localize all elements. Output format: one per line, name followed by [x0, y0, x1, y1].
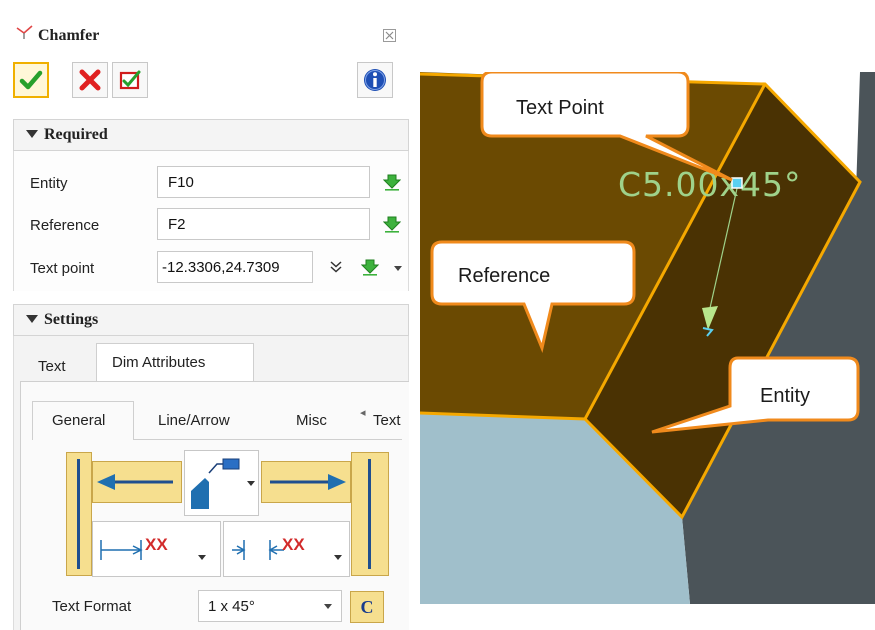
- panel-title: Chamfer: [38, 27, 100, 44]
- entity-field[interactable]: F10: [157, 166, 370, 198]
- pick-down-arrow-icon[interactable]: [383, 215, 401, 233]
- dropdown-arrow-icon: [324, 604, 332, 609]
- chamfer-panel: Chamfer Required Entity F10 Reference F2…: [0, 0, 412, 630]
- right-arrow-button[interactable]: [261, 461, 351, 503]
- panel-title-bar: Chamfer: [0, 0, 412, 56]
- close-icon[interactable]: [383, 29, 396, 42]
- info-icon: [364, 69, 386, 91]
- text-format-select[interactable]: 1 x 45°: [198, 590, 342, 622]
- subtab-line-arrow[interactable]: Line/Arrow: [158, 412, 230, 429]
- leader-text-icon: [191, 458, 255, 509]
- cancel-button[interactable]: [72, 62, 108, 98]
- extension-line-icon: [77, 459, 80, 569]
- reference-callout-label: Reference: [458, 265, 550, 287]
- text-point-field[interactable]: -12.3306,24.7309: [157, 251, 313, 283]
- pick-down-arrow-icon[interactable]: [361, 258, 379, 276]
- left-extension-line-button[interactable]: [66, 452, 92, 576]
- reference-field[interactable]: F2: [157, 208, 370, 240]
- text-position-left-button[interactable]: XX: [92, 521, 221, 577]
- green-check-icon: [19, 70, 43, 90]
- dim-marker-text: XX: [145, 535, 168, 554]
- chamfer-icon: [16, 25, 33, 39]
- settings-header-label: Settings: [44, 311, 99, 328]
- ok-button[interactable]: [13, 62, 49, 98]
- text-point-marker[interactable]: [731, 177, 743, 189]
- pick-down-arrow-icon[interactable]: [383, 173, 401, 191]
- tab-dim-attributes-label: Dim Attributes: [112, 354, 206, 371]
- red-x-icon: [79, 69, 101, 91]
- scroll-left-icon[interactable]: ◂: [360, 406, 366, 419]
- arrow-left-icon: [97, 474, 173, 490]
- format-c-button[interactable]: C: [350, 591, 384, 623]
- entity-callout-label: Entity: [760, 385, 810, 407]
- left-arrow-button[interactable]: [92, 461, 182, 503]
- text-position-right-button[interactable]: XX: [223, 521, 350, 577]
- text-format-label: Text Format: [52, 598, 132, 615]
- required-section-header[interactable]: Required: [13, 119, 409, 151]
- settings-section-header[interactable]: Settings: [13, 304, 409, 336]
- reference-label: Reference: [30, 217, 100, 234]
- apply-check-icon: [119, 70, 141, 90]
- info-button[interactable]: [357, 62, 393, 98]
- text-format-value: 1 x 45°: [208, 598, 255, 615]
- entity-label: Entity: [30, 175, 68, 192]
- collapse-arrow-icon: [26, 315, 38, 323]
- subtab-text[interactable]: Text: [373, 412, 401, 429]
- tab-text[interactable]: Text: [38, 358, 66, 375]
- collapse-arrow-icon: [26, 130, 38, 138]
- subtab-general[interactable]: General: [32, 401, 134, 440]
- right-extension-line-button[interactable]: [351, 452, 389, 576]
- required-header-label: Required: [44, 126, 108, 143]
- tab-dim-attributes[interactable]: Dim Attributes: [96, 343, 254, 382]
- model-viewport[interactable]: C5.00x45° Text Point Reference Entity: [420, 72, 875, 604]
- dim-marker-text: XX: [282, 535, 305, 554]
- dropdown-arrow-icon[interactable]: [394, 266, 402, 272]
- double-chevron-down-icon[interactable]: [329, 260, 343, 274]
- text-point-label: Text point: [30, 260, 95, 277]
- extension-line-icon: [368, 459, 371, 569]
- subtab-general-label: General: [52, 412, 106, 429]
- arrow-right-icon: [270, 474, 346, 490]
- text-placement-button[interactable]: [184, 450, 259, 516]
- subtab-misc[interactable]: Misc: [296, 412, 327, 429]
- text-point-callout-label: Text Point: [516, 97, 604, 119]
- apply-button[interactable]: [112, 62, 148, 98]
